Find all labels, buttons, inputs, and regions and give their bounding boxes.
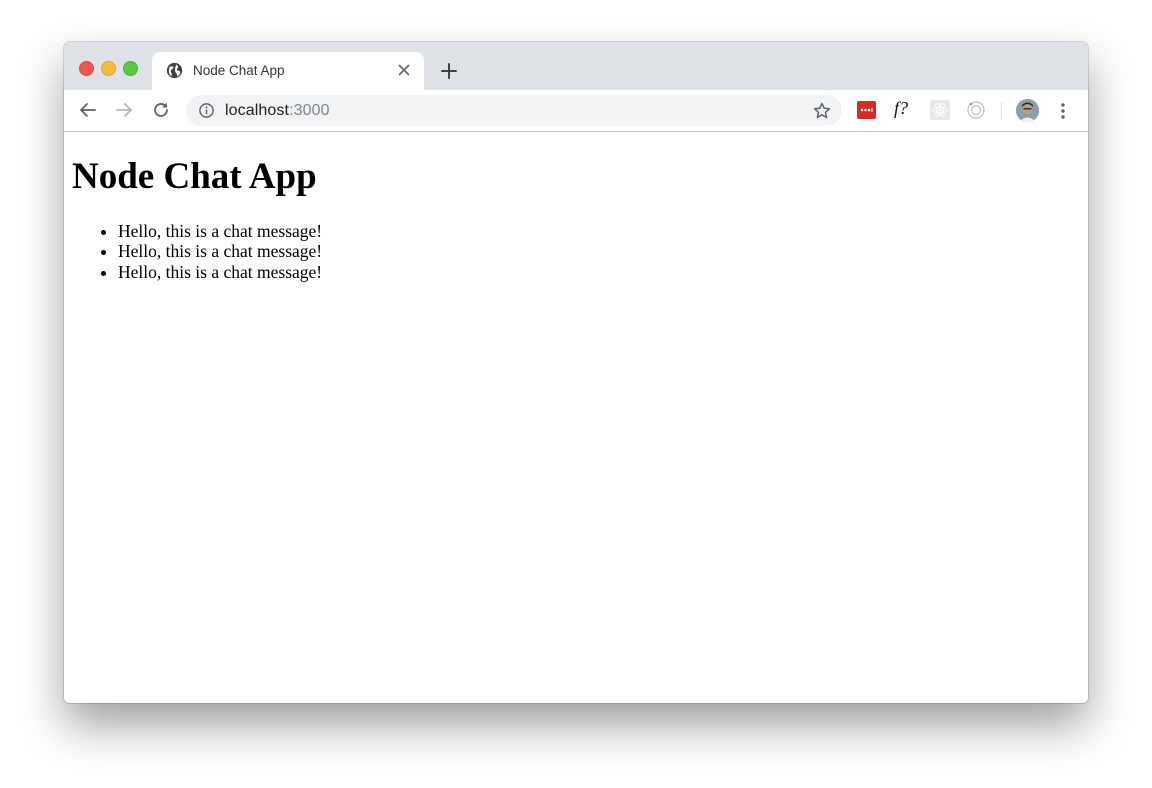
message-item: Hello, this is a chat message! [118, 241, 322, 261]
message-item: Hello, this is a chat message! [118, 221, 322, 241]
close-window-button[interactable] [79, 61, 94, 76]
tab-title: Node Chat App [193, 63, 285, 78]
lastpass-dots-icon [860, 108, 873, 112]
address-bar[interactable]: localhost:3000 [186, 95, 842, 126]
browser-toolbar: localhost:3000 f? [64, 90, 1088, 132]
react-icon[interactable] [930, 100, 950, 120]
target-icon[interactable] [966, 100, 986, 120]
tab-node-chat-app[interactable]: Node Chat App [152, 52, 424, 90]
tab-strip: Node Chat App [64, 42, 1088, 90]
page-title: Node Chat App [72, 156, 317, 197]
arrow-right-icon[interactable] [113, 99, 135, 121]
message-item: Hello, this is a chat message! [118, 262, 322, 282]
close-icon[interactable] [395, 61, 413, 79]
url-host: localhost [225, 102, 290, 119]
browser-window: Node Chat App localhost:3000 f? Node Cha… [64, 42, 1088, 703]
fontface-extension-icon[interactable]: f? [894, 98, 914, 118]
reload-icon[interactable] [150, 99, 172, 121]
url-port: :3000 [289, 102, 330, 119]
lastpass-icon[interactable] [857, 101, 876, 119]
react-atom-icon [932, 103, 948, 117]
profile-photo-icon [1016, 99, 1039, 122]
globe-icon [166, 62, 183, 79]
info-icon[interactable] [198, 102, 215, 119]
plus-icon[interactable] [439, 61, 459, 81]
star-icon[interactable] [812, 101, 832, 121]
url-text: localhost:3000 [225, 102, 330, 120]
zoom-window-button[interactable] [123, 61, 138, 76]
toolbar-divider [1001, 102, 1002, 120]
avatar[interactable] [1016, 99, 1039, 122]
arrow-left-icon[interactable] [77, 99, 99, 121]
page-content: Node Chat App Hello, this is a chat mess… [64, 132, 1088, 703]
kebab-menu-icon[interactable] [1054, 101, 1072, 121]
message-list: Hello, this is a chat message! Hello, th… [72, 221, 322, 282]
minimize-window-button[interactable] [101, 61, 116, 76]
